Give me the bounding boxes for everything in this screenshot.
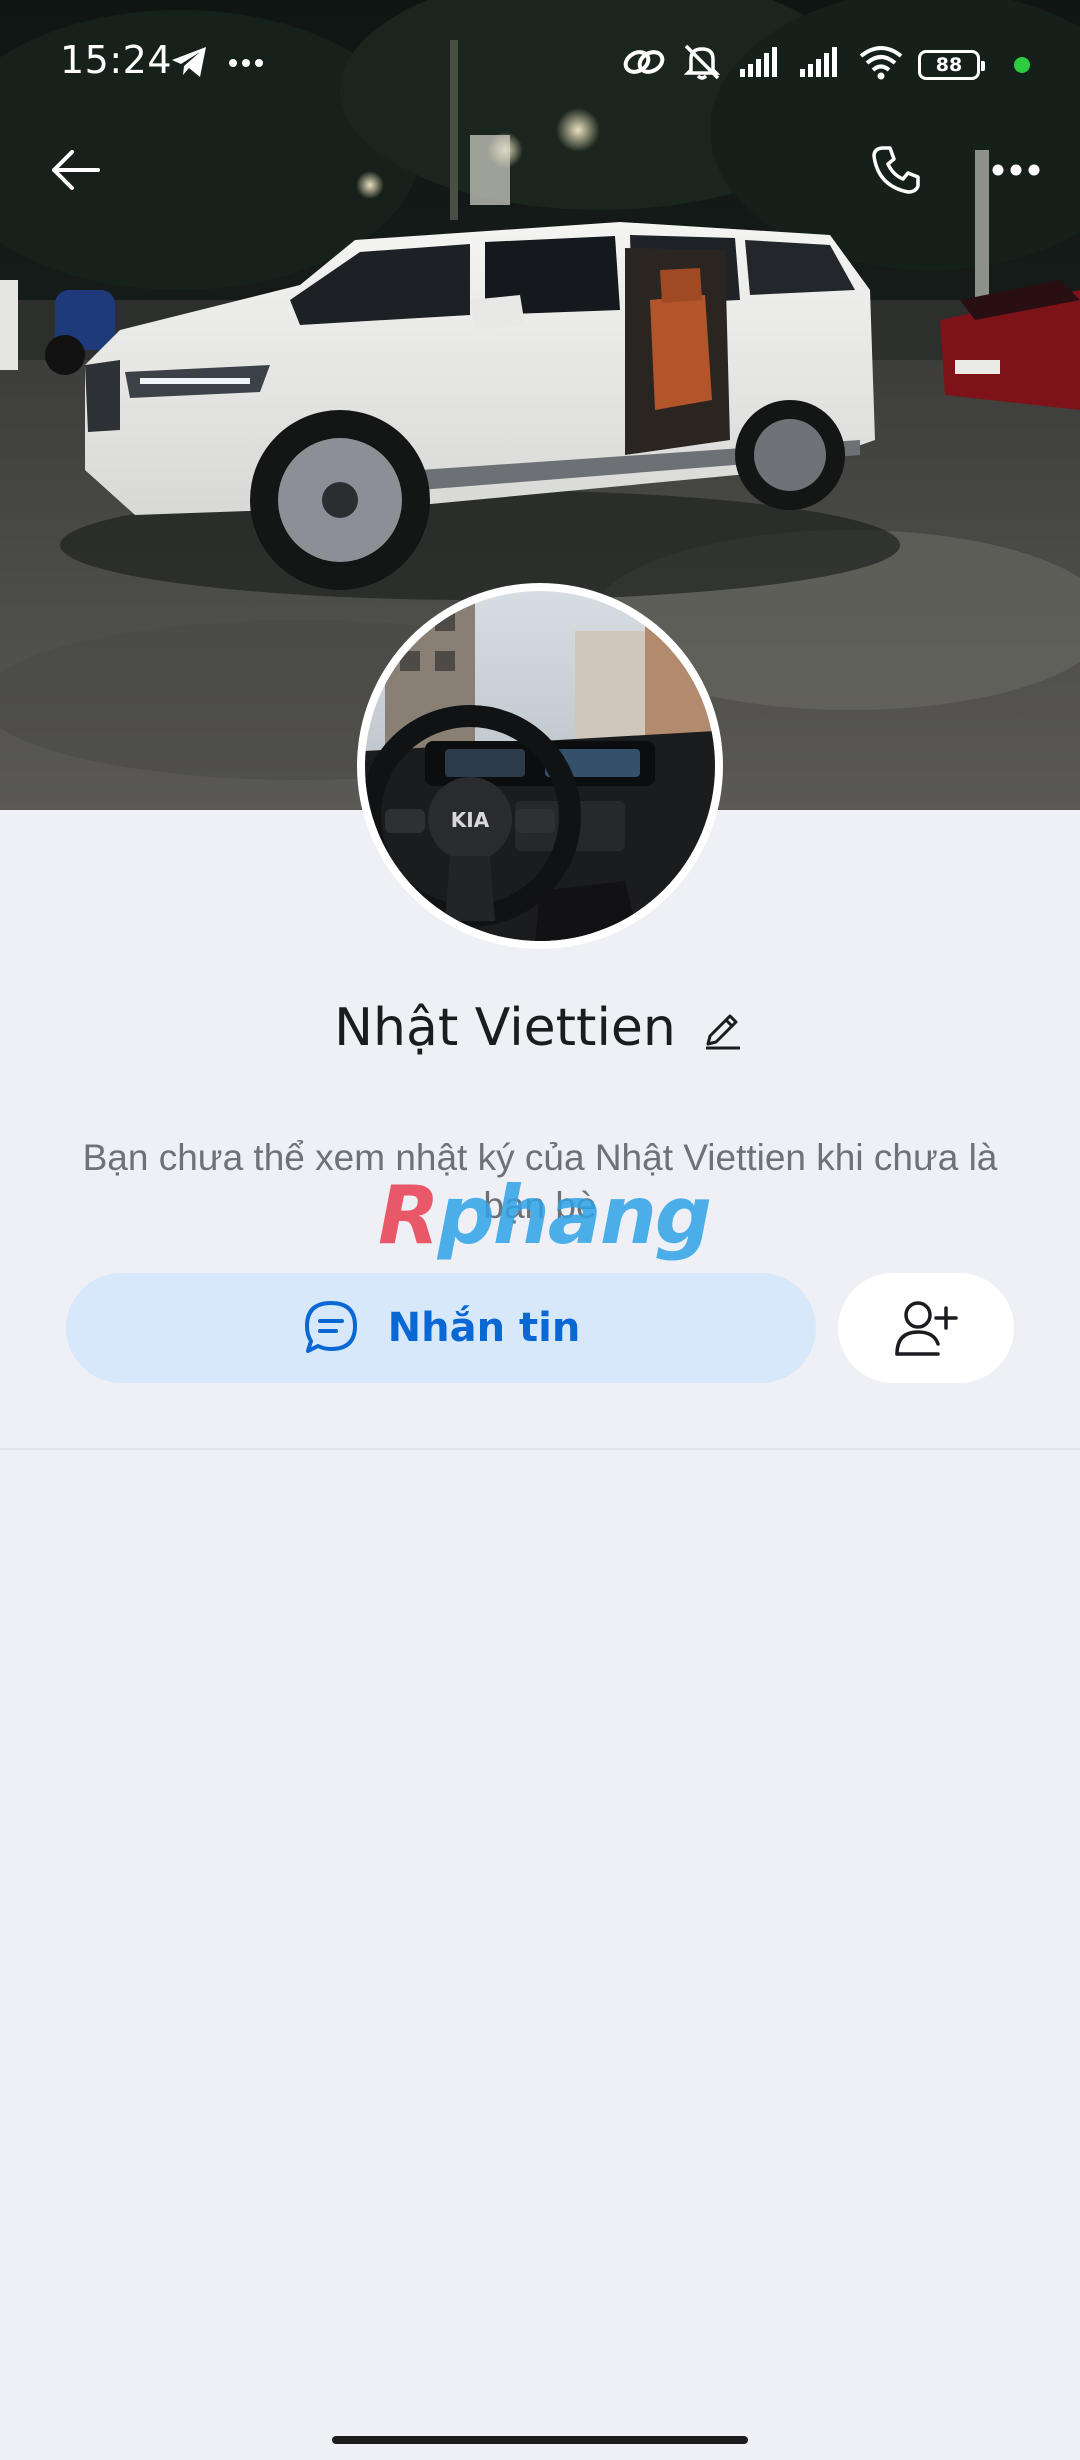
section-divider	[0, 1448, 1080, 1450]
status-bar: 15:24 88	[0, 0, 1080, 128]
add-friend-button[interactable]	[838, 1273, 1014, 1383]
cellular-signal-icon-2	[798, 45, 844, 84]
header-actions	[0, 130, 1080, 210]
status-time: 15:24	[60, 38, 173, 82]
phone-icon	[872, 146, 920, 194]
add-user-icon	[895, 1301, 958, 1356]
avatar[interactable]: KIA	[357, 583, 723, 949]
battery-level: 88	[935, 53, 963, 76]
chat-bubble-icon	[304, 1301, 357, 1353]
profile-name-row: Nhật Viettien	[0, 998, 1080, 1058]
battery-icon: 88	[918, 49, 985, 80]
profile-screen: 15:24 88 KIA Nhật Viettien Bạn chưa thể …	[0, 0, 1080, 2460]
home-indicator[interactable]	[332, 2436, 748, 2444]
muted-bell-icon	[680, 42, 724, 87]
more-dots-icon	[228, 56, 264, 74]
status-right-icons: 88	[622, 42, 1030, 87]
profile-name: Nhật Viettien	[334, 998, 676, 1058]
link-icon	[622, 44, 666, 85]
wifi-icon	[858, 44, 904, 85]
svg-text:KIA: KIA	[451, 808, 490, 832]
telegram-icon	[170, 44, 210, 85]
watermark-rest: phang	[437, 1169, 712, 1262]
edit-name-button[interactable]	[698, 1004, 746, 1052]
more-options-button[interactable]	[980, 138, 1052, 202]
avatar-photo: KIA	[365, 591, 715, 941]
message-button[interactable]: Nhắn tin	[66, 1273, 816, 1383]
pencil-icon	[705, 1014, 740, 1050]
back-button[interactable]	[40, 138, 112, 202]
message-label: Nhắn tin	[387, 1305, 581, 1351]
active-dot	[1014, 56, 1030, 73]
more-horizontal-icon	[992, 164, 1040, 176]
cellular-signal-icon	[738, 45, 784, 84]
status-left-icons	[170, 44, 264, 85]
watermark-logo: Rphang	[378, 1176, 712, 1256]
watermark-first: R	[378, 1169, 440, 1262]
arrow-left-icon	[52, 150, 100, 190]
call-button[interactable]	[860, 138, 932, 202]
